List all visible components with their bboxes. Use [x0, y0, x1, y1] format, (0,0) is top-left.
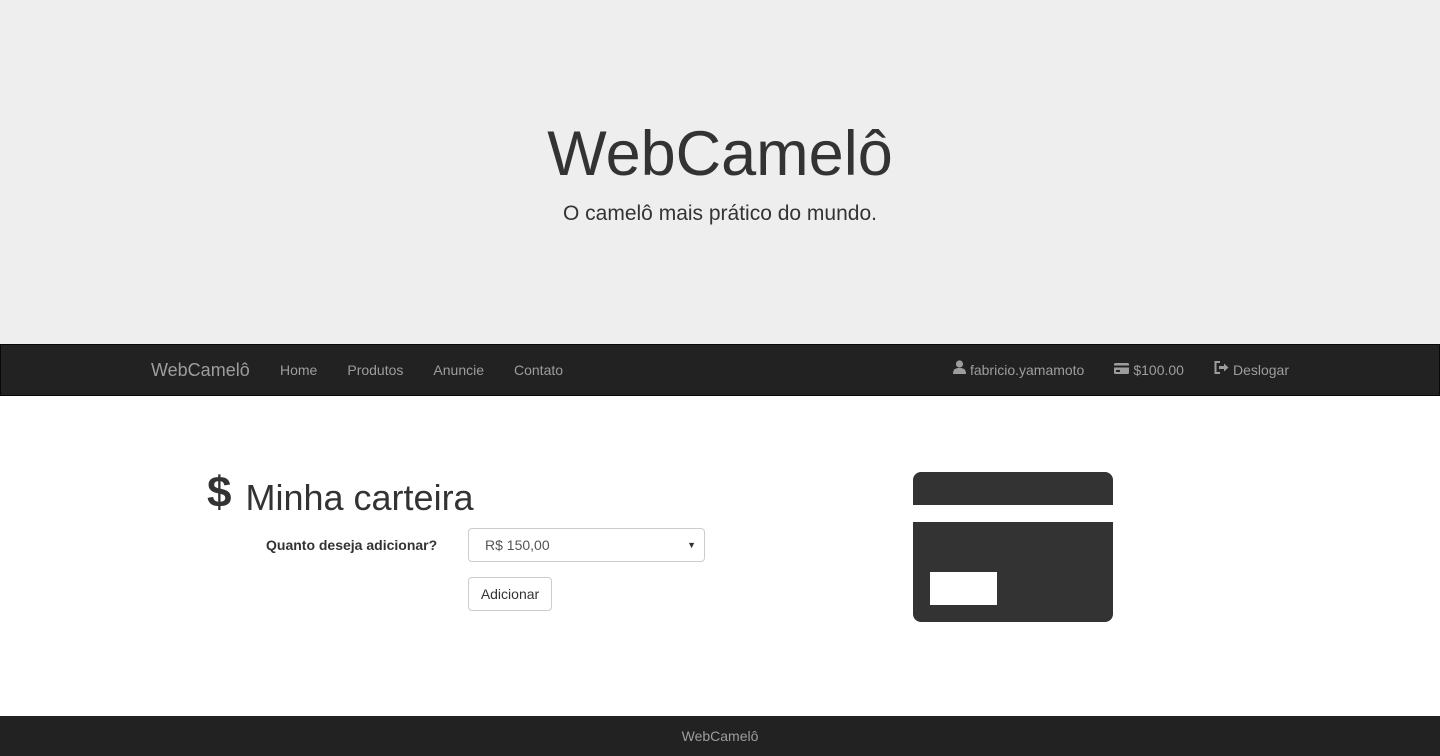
- nav-user-label: fabricio.yamamoto: [969, 362, 1085, 378]
- nav-logout-link[interactable]: Deslogar: [1199, 345, 1304, 395]
- top-navbar: WebCamelô Home Produtos Anuncie Contato …: [0, 344, 1440, 396]
- nav-links: Home Produtos Anuncie Contato: [265, 345, 578, 395]
- nav-balance-label: $100.00: [1133, 362, 1184, 378]
- nav-logout-label: Deslogar: [1232, 362, 1289, 378]
- wallet-title: $ Minha carteira: [207, 470, 474, 526]
- logout-icon: [1214, 344, 1229, 394]
- hero-title: WebCamelô: [547, 119, 893, 189]
- nav-link-contato[interactable]: Contato: [499, 345, 578, 395]
- footer-text: WebCamelô: [681, 728, 759, 744]
- credit-card-illustration-icon: [913, 472, 1113, 622]
- wallet-heading: Minha carteira: [245, 477, 474, 518]
- navbar-brand[interactable]: WebCamelô: [151, 345, 250, 395]
- page-footer: WebCamelô: [0, 716, 1440, 756]
- amount-select-value: R$ 150,00: [485, 537, 550, 553]
- chevron-down-icon: ▼: [687, 540, 696, 550]
- add-funds-button[interactable]: Adicionar: [468, 577, 552, 611]
- dollar-icon: $: [207, 468, 232, 517]
- user-icon: [952, 344, 966, 394]
- nav-user-area: fabricio.yamamoto $100.00 Deslogar: [938, 345, 1304, 395]
- credit-card-icon: [1114, 344, 1130, 394]
- nav-link-produtos[interactable]: Produtos: [332, 345, 418, 395]
- hero-subtitle: O camelô mais prático do mundo.: [563, 202, 877, 225]
- nav-balance-link[interactable]: $100.00: [1099, 345, 1199, 395]
- nav-link-home[interactable]: Home: [265, 345, 332, 395]
- nav-user-link[interactable]: fabricio.yamamoto: [938, 345, 1099, 395]
- amount-label: Quanto deseja adicionar?: [266, 537, 438, 553]
- hero-jumbotron: WebCamelô O camelô mais prático do mundo…: [0, 0, 1440, 344]
- nav-link-anuncie[interactable]: Anuncie: [418, 345, 499, 395]
- amount-select[interactable]: R$ 150,00 ▼: [468, 528, 705, 562]
